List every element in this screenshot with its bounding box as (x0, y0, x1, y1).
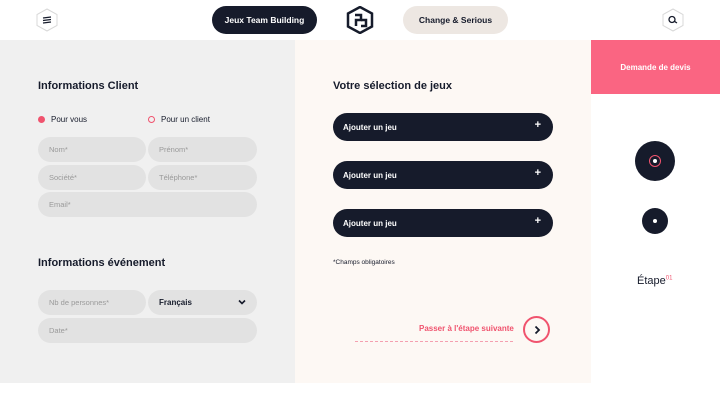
search-button[interactable] (662, 8, 684, 32)
chevron-down-icon (238, 299, 246, 305)
step-indicator-next[interactable] (642, 208, 668, 234)
date-field[interactable]: Date* (38, 318, 257, 343)
plus-icon: + (534, 167, 541, 179)
language-select[interactable]: Français (148, 290, 257, 315)
add-game-label: Ajouter un jeu (343, 122, 397, 132)
language-select-value: Français (159, 298, 192, 307)
nav-team-building[interactable]: Jeux Team Building (212, 6, 317, 34)
radio-for-you-label: Pour vous (51, 115, 88, 124)
add-game-button-2[interactable]: Ajouter un jeu + (333, 161, 553, 189)
step-indicator-active[interactable] (635, 141, 675, 181)
nom-field[interactable]: Nom* (38, 137, 146, 162)
menu-icon (42, 16, 52, 24)
prenom-field[interactable]: Prénom* (148, 137, 257, 162)
radio-for-client-label: Pour un client (161, 115, 210, 124)
step-number: 01 (665, 275, 673, 282)
add-game-button-3[interactable]: Ajouter un jeu + (333, 209, 553, 237)
radio-selected-icon (38, 116, 45, 123)
step-label-text: Étape (637, 275, 666, 287)
nb-personnes-field[interactable]: Nb de personnes* (38, 290, 146, 315)
chevron-right-icon (534, 325, 540, 334)
email-field[interactable]: Email* (38, 192, 257, 217)
societe-field[interactable]: Société* (38, 165, 146, 190)
brand-logo[interactable] (346, 6, 374, 34)
step-dot-icon (653, 219, 657, 223)
next-step-link[interactable]: Passer à l'étape suivante (419, 324, 514, 333)
add-game-label: Ajouter un jeu (343, 218, 397, 228)
telephone-field[interactable]: Téléphone* (148, 165, 257, 190)
add-game-label: Ajouter un jeu (343, 170, 397, 180)
add-game-button-1[interactable]: Ajouter un jeu + (333, 113, 553, 141)
quote-request-button[interactable]: Demande de devis (591, 40, 720, 94)
nav-change-serious[interactable]: Change & Serious (403, 6, 508, 34)
menu-button[interactable] (36, 8, 58, 32)
radio-unselected-icon (148, 116, 155, 123)
step-label: Étape01 (637, 275, 672, 287)
plus-icon: + (534, 119, 541, 131)
plus-icon: + (534, 215, 541, 227)
required-fields-note: *Champs obligatoires (333, 259, 395, 266)
radio-for-client[interactable]: Pour un client (148, 115, 210, 124)
next-step-underline (355, 341, 513, 342)
next-step-button[interactable] (523, 316, 550, 343)
event-info-title: Informations événement (38, 257, 166, 269)
search-icon (668, 15, 678, 24)
step-ring-icon (649, 155, 661, 167)
games-title: Votre sélection de jeux (333, 80, 453, 92)
client-info-title: Informations Client (38, 80, 139, 92)
radio-for-you[interactable]: Pour vous (38, 115, 87, 124)
header: Jeux Team Building Change & Serious (0, 0, 720, 40)
